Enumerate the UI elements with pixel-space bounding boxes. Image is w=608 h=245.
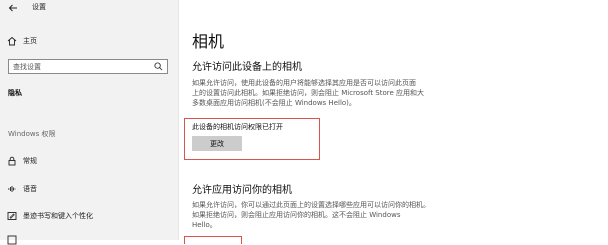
group-label: Windows 权限 — [8, 130, 56, 138]
window-title: 设置 — [32, 3, 46, 11]
back-arrow-icon[interactable] — [8, 3, 18, 13]
app-access-heading: 允许应用访问你的相机 — [192, 185, 292, 196]
device-access-heading: 允许访问此设备上的相机 — [192, 62, 302, 73]
highlight-box — [184, 236, 242, 244]
description-line: 如果拒绝访问，则会阻止应用访问你的相机。这不会阻止 Windows — [192, 211, 401, 219]
sidebar-item-inking[interactable]: 墨迹书写和键入个性化 — [7, 211, 93, 221]
search-box[interactable] — [8, 59, 168, 74]
sidebar-item-home[interactable]: 主页 — [7, 36, 37, 46]
diagnostics-icon — [7, 235, 17, 245]
sidebar: 设置 主页 隐私 Windows 权限 常规 语音 墨迹书写和键入个性化 — [0, 0, 178, 245]
main-content: 相机 允许访问此设备上的相机 如果允许访问，使用此设备的用户将能够选择其应用是否… — [179, 0, 608, 244]
app-access-description: 如果允许访问，你可以通过此页面上的设置选择哪些应用可以访问你的相机。 如果拒绝访… — [192, 200, 452, 230]
sidebar-item-general[interactable]: 常规 — [7, 156, 37, 166]
change-button[interactable]: 更改 — [192, 136, 242, 151]
section-title: 隐私 — [8, 89, 22, 97]
ink-icon — [7, 212, 17, 220]
sidebar-item-label: 主页 — [23, 37, 37, 45]
search-icon[interactable] — [154, 62, 163, 71]
sidebar-item-speech[interactable]: 语音 — [7, 184, 37, 194]
sidebar-item-label: 语音 — [23, 185, 37, 193]
description-line: 如果允许访问，你可以通过此页面上的设置选择哪些应用可以访问你的相机。 — [192, 201, 430, 209]
device-access-status: 此设备的相机访问权限已打开 — [192, 123, 283, 131]
description-line: Hello。 — [192, 221, 217, 229]
speech-icon — [8, 186, 16, 192]
home-icon — [7, 36, 17, 46]
page-title: 相机 — [192, 32, 225, 51]
device-access-description: 如果允许访问，使用此设备的用户将能够选择其应用是否可以访问此页面 上的设置访问此… — [192, 78, 452, 108]
description-line: 多数桌面应用访问相机(不会阻止 Windows Hello)。 — [192, 99, 356, 107]
lock-icon — [8, 156, 16, 166]
description-line: 如果允许访问，使用此设备的用户将能够选择其应用是否可以访问此页面 — [192, 79, 416, 87]
search-input[interactable] — [13, 62, 143, 71]
description-line: 上的设置访问此相机。如果拒绝访问，则会阻止 Microsoft Store 应用… — [192, 89, 425, 97]
sidebar-item-label: 墨迹书写和键入个性化 — [23, 212, 93, 220]
sidebar-item-diagnostics[interactable] — [7, 235, 23, 245]
sidebar-item-label: 常规 — [23, 157, 37, 165]
